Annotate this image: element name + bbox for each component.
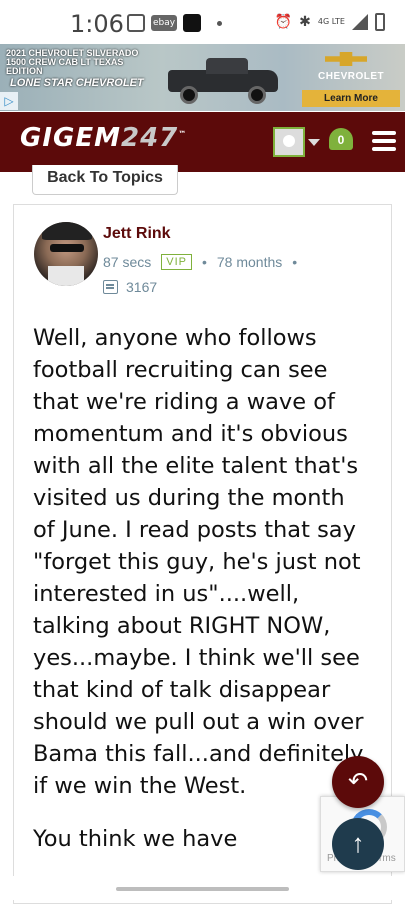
meta-separator: • xyxy=(201,254,207,270)
post-paragraph: Well, anyone who follows football recrui… xyxy=(33,325,364,799)
ad-dealer-name: LONE STAR CHEVROLET xyxy=(10,77,144,89)
post-count-row: 3167 xyxy=(103,279,157,295)
user-avatar-button[interactable] xyxy=(273,127,305,157)
scroll-to-top-button[interactable]: ↑ xyxy=(332,818,384,870)
camera-notification-icon xyxy=(127,14,145,32)
ad-learn-more-button[interactable]: Learn More xyxy=(302,90,400,107)
posts-icon xyxy=(103,280,118,294)
logo-number: 247 xyxy=(121,123,179,153)
back-to-topics-button[interactable]: Back To Topics xyxy=(32,165,178,195)
ad-truck-image xyxy=(168,56,278,106)
status-left-icons: ebay xyxy=(127,14,223,32)
gesture-handle[interactable] xyxy=(116,887,289,891)
logo-text: GIGEM xyxy=(20,123,121,153)
poster-username[interactable]: Jett Rink xyxy=(103,225,171,243)
navigation-gesture-bar xyxy=(0,876,405,900)
app-notification-icon xyxy=(183,14,202,32)
ad-choices-icon[interactable]: ▷ xyxy=(0,92,18,110)
site-logo[interactable]: GIGEM247™ xyxy=(20,123,187,153)
reply-button[interactable]: ↶ xyxy=(332,756,384,808)
network-type-label: 4G LTE xyxy=(317,17,345,26)
arrow-up-icon: ↑ xyxy=(351,828,365,858)
chevrolet-logo-icon xyxy=(325,52,367,66)
status-time: 1:06 xyxy=(70,10,124,38)
member-duration: 78 months xyxy=(216,254,283,270)
more-notifications-icon xyxy=(217,20,223,26)
battery-icon xyxy=(375,13,385,31)
reply-arrow-icon: ↶ xyxy=(347,768,369,795)
post-count: 3167 xyxy=(126,279,158,295)
chevron-down-icon[interactable] xyxy=(308,139,320,146)
hamburger-menu-icon[interactable] xyxy=(372,131,396,151)
status-right-icons: ⏰ ✱ 4G LTE xyxy=(275,13,385,31)
post-meta: 87 secs VIP • 78 months • xyxy=(103,254,307,270)
signal-icon xyxy=(352,14,368,30)
bluetooth-icon: ✱ xyxy=(299,14,311,30)
status-bar: 1:06 ebay ⏰ ✱ 4G LTE xyxy=(0,0,405,44)
ebay-notification-icon: ebay xyxy=(151,15,178,31)
post-body: Well, anyone who follows football recrui… xyxy=(33,322,373,876)
ad-banner[interactable]: 2021 CHEVROLET SILVERADO 1500 CREW CAB L… xyxy=(0,44,405,111)
ad-headline: 2021 CHEVROLET SILVERADO 1500 CREW CAB L… xyxy=(6,48,139,76)
logo-trademark: ™ xyxy=(178,129,188,139)
ad-brand-name: CHEVROLET xyxy=(318,71,385,82)
meta-separator: • xyxy=(292,254,298,270)
notification-count: 0 xyxy=(337,133,345,147)
post-time-ago: 87 secs xyxy=(103,254,152,270)
alarm-icon: ⏰ xyxy=(274,14,293,30)
vip-badge: VIP xyxy=(161,254,192,270)
poster-avatar[interactable] xyxy=(34,222,98,286)
notifications-bell-icon[interactable]: 0 xyxy=(328,124,354,154)
